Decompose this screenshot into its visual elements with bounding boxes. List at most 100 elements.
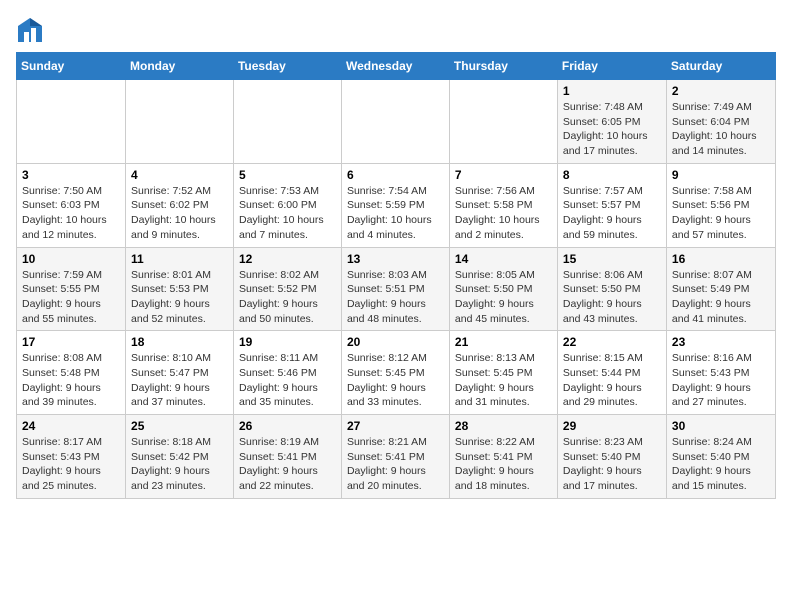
sunrise-text: Sunrise: 8:17 AM — [22, 436, 102, 448]
day-number: 27 — [347, 419, 444, 433]
day-info: Sunrise: 8:06 AM Sunset: 5:50 PM Dayligh… — [563, 268, 661, 327]
day-info: Sunrise: 8:10 AM Sunset: 5:47 PM Dayligh… — [131, 351, 228, 410]
calendar-cell: 5 Sunrise: 7:53 AM Sunset: 6:00 PM Dayli… — [233, 163, 341, 247]
day-info: Sunrise: 8:15 AM Sunset: 5:44 PM Dayligh… — [563, 351, 661, 410]
calendar-cell: 4 Sunrise: 7:52 AM Sunset: 6:02 PM Dayli… — [126, 163, 234, 247]
day-info: Sunrise: 8:22 AM Sunset: 5:41 PM Dayligh… — [455, 435, 552, 494]
calendar-cell: 13 Sunrise: 8:03 AM Sunset: 5:51 PM Dayl… — [341, 247, 449, 331]
daylight-text: Daylight: 10 hours and 2 minutes. — [455, 214, 540, 241]
sunset-text: Sunset: 6:02 PM — [131, 199, 209, 211]
day-number: 9 — [672, 168, 770, 182]
day-info: Sunrise: 7:50 AM Sunset: 6:03 PM Dayligh… — [22, 184, 120, 243]
calendar-cell: 1 Sunrise: 7:48 AM Sunset: 6:05 PM Dayli… — [557, 80, 666, 164]
sunrise-text: Sunrise: 7:52 AM — [131, 185, 211, 197]
sunset-text: Sunset: 5:43 PM — [22, 451, 100, 463]
sunrise-text: Sunrise: 7:56 AM — [455, 185, 535, 197]
sunset-text: Sunset: 5:49 PM — [672, 283, 750, 295]
logo-icon — [16, 16, 44, 44]
sunrise-text: Sunrise: 8:23 AM — [563, 436, 643, 448]
day-info: Sunrise: 8:16 AM Sunset: 5:43 PM Dayligh… — [672, 351, 770, 410]
day-info: Sunrise: 8:05 AM Sunset: 5:50 PM Dayligh… — [455, 268, 552, 327]
calendar-week-row: 3 Sunrise: 7:50 AM Sunset: 6:03 PM Dayli… — [17, 163, 776, 247]
daylight-text: Daylight: 9 hours and 52 minutes. — [131, 298, 210, 325]
day-info: Sunrise: 8:02 AM Sunset: 5:52 PM Dayligh… — [239, 268, 336, 327]
day-info: Sunrise: 8:17 AM Sunset: 5:43 PM Dayligh… — [22, 435, 120, 494]
sunrise-text: Sunrise: 8:10 AM — [131, 352, 211, 364]
day-number: 28 — [455, 419, 552, 433]
sunrise-text: Sunrise: 7:53 AM — [239, 185, 319, 197]
sunset-text: Sunset: 5:52 PM — [239, 283, 317, 295]
day-number: 30 — [672, 419, 770, 433]
daylight-text: Daylight: 9 hours and 59 minutes. — [563, 214, 642, 241]
calendar-cell: 24 Sunrise: 8:17 AM Sunset: 5:43 PM Dayl… — [17, 415, 126, 499]
sunset-text: Sunset: 5:41 PM — [347, 451, 425, 463]
day-info: Sunrise: 7:57 AM Sunset: 5:57 PM Dayligh… — [563, 184, 661, 243]
daylight-text: Daylight: 9 hours and 45 minutes. — [455, 298, 534, 325]
day-info: Sunrise: 8:01 AM Sunset: 5:53 PM Dayligh… — [131, 268, 228, 327]
day-number: 17 — [22, 335, 120, 349]
sunrise-text: Sunrise: 8:12 AM — [347, 352, 427, 364]
sunrise-text: Sunrise: 8:08 AM — [22, 352, 102, 364]
sunset-text: Sunset: 5:47 PM — [131, 367, 209, 379]
calendar-week-row: 17 Sunrise: 8:08 AM Sunset: 5:48 PM Dayl… — [17, 331, 776, 415]
calendar-cell: 20 Sunrise: 8:12 AM Sunset: 5:45 PM Dayl… — [341, 331, 449, 415]
logo — [16, 16, 48, 44]
sunrise-text: Sunrise: 8:02 AM — [239, 269, 319, 281]
page-header — [16, 16, 776, 44]
sunset-text: Sunset: 5:51 PM — [347, 283, 425, 295]
day-number: 4 — [131, 168, 228, 182]
day-info: Sunrise: 7:59 AM Sunset: 5:55 PM Dayligh… — [22, 268, 120, 327]
header-row: Sunday Monday Tuesday Wednesday Thursday… — [17, 53, 776, 80]
sunset-text: Sunset: 5:50 PM — [455, 283, 533, 295]
calendar-cell: 2 Sunrise: 7:49 AM Sunset: 6:04 PM Dayli… — [666, 80, 775, 164]
header-wednesday: Wednesday — [341, 53, 449, 80]
day-number: 7 — [455, 168, 552, 182]
day-info: Sunrise: 8:18 AM Sunset: 5:42 PM Dayligh… — [131, 435, 228, 494]
sunset-text: Sunset: 5:55 PM — [22, 283, 100, 295]
daylight-text: Daylight: 10 hours and 17 minutes. — [563, 130, 648, 157]
calendar-cell — [449, 80, 557, 164]
calendar-cell: 8 Sunrise: 7:57 AM Sunset: 5:57 PM Dayli… — [557, 163, 666, 247]
daylight-text: Daylight: 10 hours and 14 minutes. — [672, 130, 757, 157]
daylight-text: Daylight: 9 hours and 35 minutes. — [239, 382, 318, 409]
sunset-text: Sunset: 5:42 PM — [131, 451, 209, 463]
calendar-cell: 21 Sunrise: 8:13 AM Sunset: 5:45 PM Dayl… — [449, 331, 557, 415]
calendar-week-row: 24 Sunrise: 8:17 AM Sunset: 5:43 PM Dayl… — [17, 415, 776, 499]
day-info: Sunrise: 7:54 AM Sunset: 5:59 PM Dayligh… — [347, 184, 444, 243]
calendar-cell: 3 Sunrise: 7:50 AM Sunset: 6:03 PM Dayli… — [17, 163, 126, 247]
day-number: 26 — [239, 419, 336, 433]
sunrise-text: Sunrise: 8:15 AM — [563, 352, 643, 364]
sunrise-text: Sunrise: 7:58 AM — [672, 185, 752, 197]
sunrise-text: Sunrise: 8:05 AM — [455, 269, 535, 281]
day-number: 23 — [672, 335, 770, 349]
day-number: 11 — [131, 252, 228, 266]
sunset-text: Sunset: 5:45 PM — [455, 367, 533, 379]
daylight-text: Daylight: 9 hours and 25 minutes. — [22, 465, 101, 492]
calendar-cell: 10 Sunrise: 7:59 AM Sunset: 5:55 PM Dayl… — [17, 247, 126, 331]
day-number: 13 — [347, 252, 444, 266]
calendar-week-row: 10 Sunrise: 7:59 AM Sunset: 5:55 PM Dayl… — [17, 247, 776, 331]
day-number: 6 — [347, 168, 444, 182]
day-info: Sunrise: 8:21 AM Sunset: 5:41 PM Dayligh… — [347, 435, 444, 494]
sunrise-text: Sunrise: 8:16 AM — [672, 352, 752, 364]
day-info: Sunrise: 7:48 AM Sunset: 6:05 PM Dayligh… — [563, 100, 661, 159]
sunrise-text: Sunrise: 8:19 AM — [239, 436, 319, 448]
daylight-text: Daylight: 9 hours and 57 minutes. — [672, 214, 751, 241]
day-info: Sunrise: 7:52 AM Sunset: 6:02 PM Dayligh… — [131, 184, 228, 243]
day-number: 1 — [563, 84, 661, 98]
sunset-text: Sunset: 5:58 PM — [455, 199, 533, 211]
sunrise-text: Sunrise: 8:22 AM — [455, 436, 535, 448]
sunset-text: Sunset: 5:46 PM — [239, 367, 317, 379]
daylight-text: Daylight: 9 hours and 37 minutes. — [131, 382, 210, 409]
sunset-text: Sunset: 5:40 PM — [672, 451, 750, 463]
sunrise-text: Sunrise: 7:57 AM — [563, 185, 643, 197]
sunset-text: Sunset: 5:45 PM — [347, 367, 425, 379]
daylight-text: Daylight: 9 hours and 39 minutes. — [22, 382, 101, 409]
sunrise-text: Sunrise: 8:21 AM — [347, 436, 427, 448]
calendar-cell: 17 Sunrise: 8:08 AM Sunset: 5:48 PM Dayl… — [17, 331, 126, 415]
sunrise-text: Sunrise: 8:03 AM — [347, 269, 427, 281]
sunrise-text: Sunrise: 8:13 AM — [455, 352, 535, 364]
day-number: 2 — [672, 84, 770, 98]
sunset-text: Sunset: 5:50 PM — [563, 283, 641, 295]
calendar-cell: 18 Sunrise: 8:10 AM Sunset: 5:47 PM Dayl… — [126, 331, 234, 415]
